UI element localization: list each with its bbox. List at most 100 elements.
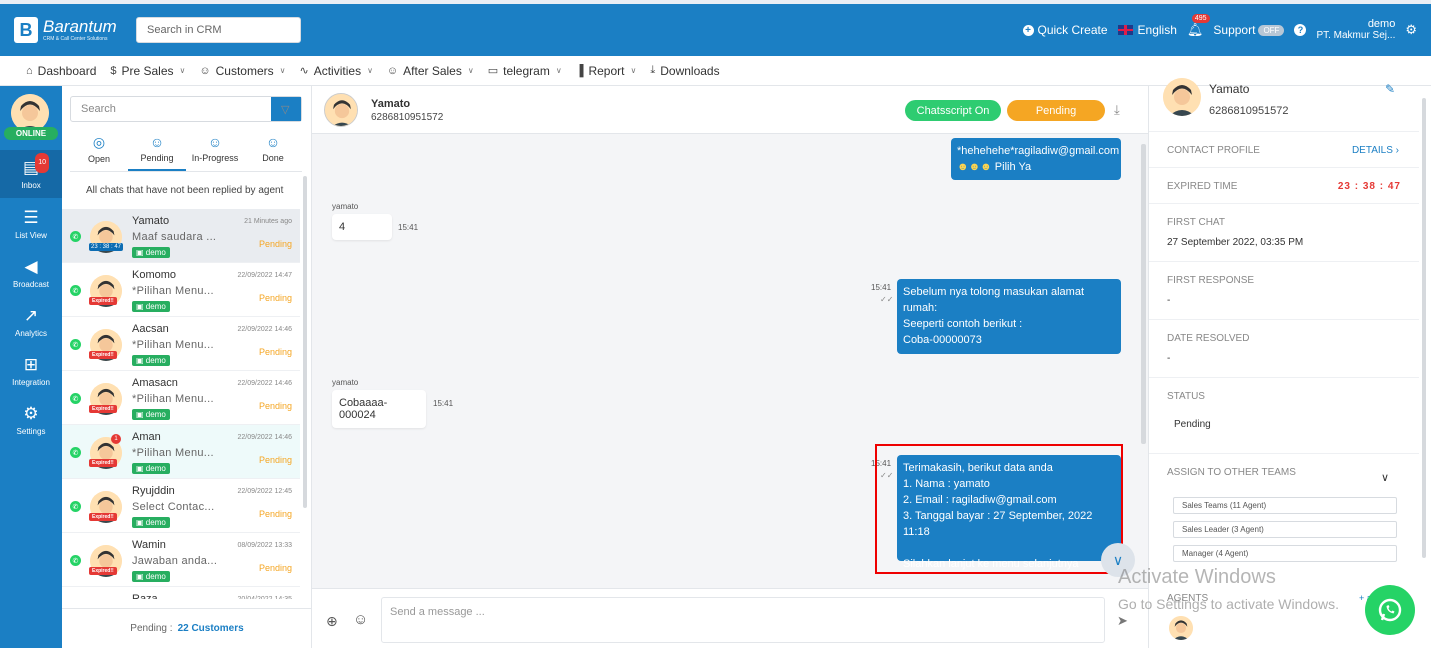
language-selector[interactable]: English [1117, 23, 1177, 37]
menu-downloads[interactable]: ⤓ Downloads [650, 64, 719, 78]
contact-panel-name: Yamato [1209, 82, 1250, 96]
uk-flag-icon [1117, 25, 1133, 35]
tab-open[interactable]: ◎ Open [70, 134, 128, 171]
menu-telegram[interactable]: ▭ telegram ∨ [488, 64, 562, 78]
team-option[interactable]: Sales Teams (11 Agent) [1173, 497, 1397, 514]
folder-icon: ▭ [487, 65, 499, 77]
nav-analytics[interactable]: ↗ Analytics [0, 298, 62, 346]
download-icon[interactable]: ⤓ [1114, 102, 1120, 118]
chat-list-item[interactable]: ✆Raza20/04/2022 14:35 [62, 587, 300, 599]
whatsapp-icon: ✆ [70, 231, 81, 242]
chat-list-item[interactable]: ✆ Expired!! Ryujddin Select Contac... ▣ demo… [62, 479, 300, 533]
crm-search-input[interactable]: Search in CRM [136, 17, 301, 43]
last-message: *Pilihan Menu... [132, 285, 214, 297]
last-message: *Pilihan Menu... [132, 339, 214, 351]
nav-list-view[interactable]: ☰ List View [0, 200, 62, 248]
filter-button[interactable]: ▽ [271, 97, 301, 121]
support-toggle[interactable]: Support OFF [1213, 23, 1285, 37]
nav-broadcast[interactable]: ◀ Broadcast [0, 249, 62, 297]
highlight-box [875, 444, 1123, 574]
whatsapp-float-button[interactable] [1365, 585, 1415, 635]
chat-status: Pending [258, 455, 292, 465]
edit-pencil-icon[interactable]: ✎ [1385, 82, 1395, 96]
chevron-down-icon[interactable]: ∨ [1381, 471, 1389, 484]
team-option[interactable]: Sales Leader (3 Agent) [1173, 521, 1397, 538]
channel-tag: ▣ demo [132, 517, 170, 528]
nav-integration[interactable]: ⊞ Integration [0, 347, 62, 395]
customer-name: Raza [132, 593, 158, 599]
team-option[interactable]: Manager (4 Agent) [1173, 545, 1397, 562]
contact-detail-panel: Yamato 6286810951572 ✎ CONTACT PROFILE D… [1148, 78, 1431, 648]
chat-status: Pending [258, 401, 292, 411]
pending-count[interactable]: 22 Customers [178, 623, 244, 634]
notification-button[interactable]: 🔔︎ 495 [1187, 14, 1210, 38]
tab-done[interactable]: ☺ Done [244, 134, 302, 171]
brand-logo[interactable]: B Barantum CRM & Call Center Solutions [14, 17, 134, 43]
chat-list-item[interactable]: ✆ 23 : 38 : 47 Yamato Maaf saudara ... ▣ dem… [62, 209, 300, 263]
quick-create-button[interactable]: + Quick Create [1022, 23, 1108, 37]
assigned-agent-avatar[interactable] [1169, 616, 1193, 640]
menu-after-sales[interactable]: ☺ After Sales ∨ [387, 64, 474, 78]
chat-search-input[interactable]: Search [71, 103, 271, 115]
chat-list-item[interactable]: ✆ Expired!! Komomo *Pilihan Menu... ▣ demo 22… [62, 263, 300, 317]
status-pending-button[interactable]: Pending [1007, 100, 1105, 121]
incoming-message: 4 [332, 214, 392, 240]
message-composer: ⊕ ☺ Send a message ... ➤ [312, 588, 1148, 648]
message-scrollbar[interactable] [1141, 144, 1146, 444]
channel-tag: ▣ demo [132, 301, 170, 312]
download-icon: ⤓ [650, 64, 656, 76]
store-icon: ▣ [136, 302, 144, 311]
chevron-down-icon: ∨ [555, 66, 562, 75]
settings-gear-icon[interactable]: ⚙ [1405, 22, 1417, 38]
chat-status: Pending [258, 347, 292, 357]
status-value[interactable]: Pending [1174, 419, 1211, 430]
chat-time: 22/09/2022 14:46 [237, 326, 293, 333]
nav-settings[interactable]: ⚙ Settings [0, 396, 62, 444]
chat-search[interactable]: Search ▽ [70, 96, 302, 122]
tab-pending[interactable]: ☺ Pending [128, 134, 186, 171]
send-icon[interactable]: ➤ [1117, 613, 1128, 629]
chat-list-caption: All chats that have not been replied by … [86, 185, 284, 196]
help-button[interactable]: ? [1294, 24, 1307, 36]
online-status-badge[interactable]: ONLINE [4, 127, 58, 140]
emoji-icon[interactable]: ☺ [353, 611, 368, 628]
user-name: demo [1367, 18, 1396, 30]
contact-panel-scrollbar[interactable] [1422, 98, 1426, 558]
unread-badge: 1 [111, 434, 121, 444]
menu-dashboard[interactable]: ⌂ Dashboard [26, 64, 96, 78]
top-bar: B Barantum CRM & Call Center Solutions S… [0, 0, 1431, 56]
outgoing-message: *hehehehe*ragiladiw@gmail.com ☻☻☻ Pilih … [951, 138, 1121, 180]
last-message: Maaf saudara ... [132, 231, 217, 243]
customer-name: Komomo [132, 269, 177, 281]
expired-time-value: 23 : 38 : 47 [1337, 181, 1401, 192]
details-link[interactable]: DETAILS › [1352, 145, 1399, 156]
inbox-badge: 10 [35, 152, 50, 173]
notification-badge: 495 [1191, 14, 1210, 23]
last-message: *Pilihan Menu... [132, 447, 214, 459]
paperclip-icon[interactable]: ⊕ [326, 613, 338, 630]
user-menu[interactable]: demo PT. Makmur Sej... [1316, 18, 1396, 42]
chat-list-scrollbar[interactable] [303, 176, 307, 508]
chat-list-item[interactable]: ✆ Expired!! 1 Aman *Pilihan Menu... ▣ demo 22/… [62, 425, 300, 479]
chat-list-item[interactable]: ✆ Expired!! Wamin Jawaban anda... ▣ demo 08/0… [62, 533, 300, 587]
contact-avatar[interactable] [324, 93, 358, 127]
chat-status: Pending [258, 509, 292, 519]
message-input[interactable]: Send a message ... [381, 597, 1105, 643]
chatscript-toggle-button[interactable]: Chatsscript On [905, 100, 1001, 121]
gear-icon: ⚙ [23, 403, 39, 423]
customer-name: Ryujddin [132, 485, 175, 497]
chat-list-item[interactable]: ✆ Expired!! Amasacn *Pilihan Menu... ▣ demo 2… [62, 371, 300, 425]
activate-windows-title: Activate Windows [1118, 566, 1276, 588]
chat-list-item[interactable]: ✆ Expired!! Aacsan *Pilihan Menu... ▣ demo 22… [62, 317, 300, 371]
menu-report[interactable]: ▐ Report ∨ [576, 64, 637, 78]
menu-pre-sales[interactable]: $ Pre Sales ∨ [110, 64, 185, 78]
menu-customers[interactable]: ☺ Customers ∨ [199, 64, 285, 78]
message-time: 15:41 [398, 223, 419, 232]
tab-in-progress[interactable]: ☺ In-Progress [186, 134, 244, 171]
brand-name: Barantum [43, 17, 117, 36]
whatsapp-icon: ✆ [70, 285, 81, 296]
whatsapp-icon [1378, 598, 1402, 622]
nav-inbox[interactable]: ▤ 10 Inbox [0, 150, 62, 198]
pending-count-footer: Pending :22 Customers [62, 608, 312, 648]
menu-activities[interactable]: ∿ Activities ∨ [300, 64, 373, 78]
